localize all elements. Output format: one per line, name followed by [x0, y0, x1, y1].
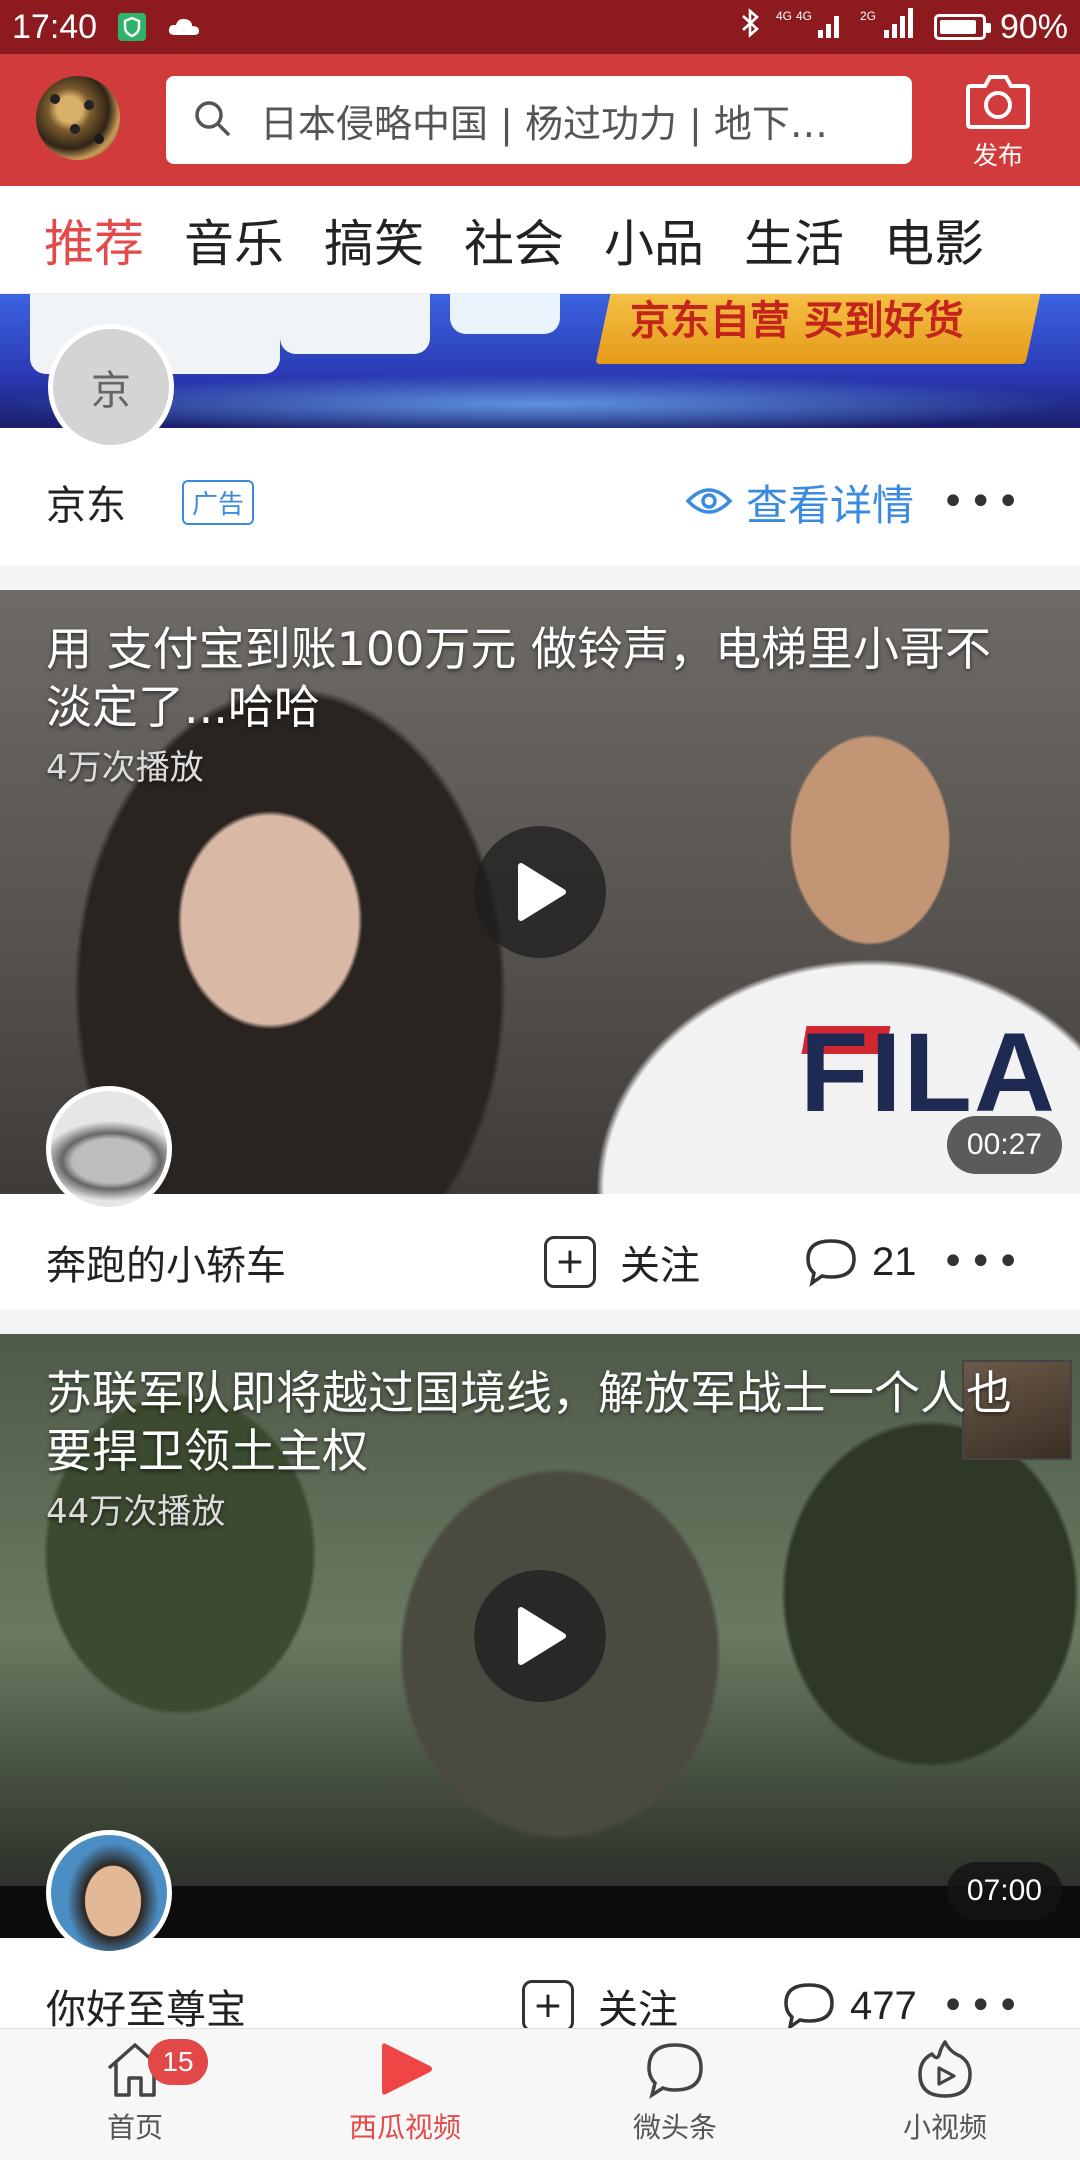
- follow-label: 关注: [598, 1987, 678, 2033]
- nav-label: 微头条: [632, 2111, 717, 2144]
- tab-movie[interactable]: 电影: [884, 204, 984, 276]
- nav-small-video[interactable]: 小视频: [810, 2029, 1080, 2160]
- ad-author-name[interactable]: 京东: [46, 473, 126, 531]
- battery-icon: [933, 14, 991, 40]
- small-video-icon: [918, 2040, 972, 2098]
- view-details-label: 查看详情: [746, 480, 915, 530]
- more-options-icon[interactable]: •••: [941, 479, 1024, 525]
- more-options-icon[interactable]: •••: [941, 1983, 1024, 2029]
- video-play-count: 44万次播放: [46, 1492, 226, 1532]
- ad-author-avatar[interactable]: 京: [48, 324, 174, 450]
- battery-percent: 90%: [999, 7, 1068, 46]
- signal-2g-icon: 2G: [860, 6, 920, 49]
- nav-micro-headline[interactable]: 微头条: [540, 2029, 810, 2160]
- video-author-name[interactable]: 你好至尊宝: [46, 1977, 246, 2035]
- cloud-icon: [167, 15, 201, 39]
- tab-funny[interactable]: 搞笑: [324, 204, 424, 276]
- nav-label: 小视频: [902, 2111, 987, 2144]
- bottom-navigation: 15 首页 西瓜视频 微头条 小视频: [0, 2028, 1080, 2160]
- publish-button[interactable]: 发布: [958, 72, 1038, 172]
- play-icon: [382, 2043, 432, 2095]
- video-play-count: 4万次播放: [46, 748, 204, 788]
- tab-sketch[interactable]: 小品: [604, 204, 704, 276]
- ad-tag: 广告: [182, 479, 255, 525]
- notification-badge: 15: [148, 2039, 208, 2085]
- camera-icon: [965, 75, 1031, 134]
- author-avatar[interactable]: [46, 1830, 172, 1956]
- video-card-thumbnail[interactable]: 苏联军队即将越过国境线，解放军战士一个人也要捍卫领土主权 44万次播放 07:0…: [0, 1334, 1080, 1938]
- top-header: 日本侵略中国 | 杨过功力 | 地下… 发布: [0, 54, 1080, 186]
- video-meta-row: 奔跑的小轿车 + 关注 21 •••: [0, 1230, 1080, 1294]
- author-avatar[interactable]: [46, 1086, 172, 1212]
- follow-label: 关注: [620, 1243, 700, 1289]
- publish-label: 发布: [972, 141, 1023, 170]
- ad-meta-row: 京东 广告 查看详情 •••: [0, 470, 1080, 534]
- ad-banner-text: 京东自营 买到好货: [630, 298, 964, 344]
- comment-button[interactable]: 477: [782, 1981, 917, 2031]
- category-tabs: 推荐 音乐 搞笑 社会 小品 生活 电影: [0, 186, 1080, 294]
- nav-xigua-video[interactable]: 西瓜视频: [270, 2029, 540, 2160]
- search-bar[interactable]: 日本侵略中国 | 杨过功力 | 地下…: [166, 76, 912, 164]
- status-bar: 17:40 4G 4G 2G 90%: [0, 0, 1080, 54]
- signal-4g-icon: 4G 4G: [776, 6, 846, 49]
- svg-text:2G: 2G: [860, 9, 876, 23]
- tab-society[interactable]: 社会: [464, 204, 564, 276]
- ad-product-image: [450, 294, 560, 334]
- view-details-link[interactable]: 查看详情: [685, 472, 915, 533]
- tab-music[interactable]: 音乐: [184, 204, 284, 276]
- video-duration: 07:00: [946, 1862, 1062, 1920]
- video-title[interactable]: 苏联军队即将越过国境线，解放军战士一个人也要捍卫领土主权: [46, 1364, 1036, 1480]
- play-button[interactable]: [474, 1570, 606, 1702]
- comment-count: 21: [872, 1239, 917, 1284]
- svg-text:4G: 4G: [796, 9, 812, 23]
- nav-label: 首页: [106, 2111, 163, 2144]
- comment-icon: [806, 1239, 856, 1287]
- nav-label: 西瓜视频: [348, 2111, 461, 2144]
- play-icon: [518, 863, 566, 921]
- tab-life[interactable]: 生活: [744, 204, 844, 276]
- user-avatar[interactable]: [36, 76, 120, 160]
- play-icon: [518, 1607, 566, 1665]
- play-button[interactable]: [474, 826, 606, 958]
- comment-count: 477: [850, 1983, 917, 2028]
- video-title[interactable]: 用 支付宝到账100万元 做铃声，电梯里小哥不淡定了...哈哈: [46, 620, 1036, 736]
- video-card-thumbnail[interactable]: FILA 用 支付宝到账100万元 做铃声，电梯里小哥不淡定了...哈哈 4万次…: [0, 590, 1080, 1194]
- follow-button[interactable]: + 关注: [544, 1233, 700, 1291]
- ad-avatar-text: 京: [91, 368, 131, 414]
- status-time: 17:40: [12, 7, 98, 46]
- bluetooth-icon: [740, 7, 762, 48]
- feed-divider: [0, 566, 1080, 590]
- tab-recommend[interactable]: 推荐: [44, 204, 144, 276]
- plus-icon: +: [522, 1980, 574, 2032]
- more-options-icon[interactable]: •••: [941, 1239, 1024, 1285]
- svg-text:4G: 4G: [776, 9, 792, 23]
- ad-product-image: [280, 294, 430, 354]
- eye-icon: [685, 478, 733, 527]
- video-author-name[interactable]: 奔跑的小轿车: [46, 1233, 286, 1291]
- search-placeholder: 日本侵略中国 | 杨过功力 | 地下…: [260, 101, 828, 146]
- feed-divider: [0, 1310, 1080, 1334]
- chat-bubble-icon: [647, 2043, 703, 2099]
- comment-button[interactable]: 21: [804, 1237, 917, 1287]
- video-duration: 00:27: [946, 1116, 1062, 1174]
- search-icon: [192, 98, 232, 142]
- comment-icon: [784, 1983, 834, 2031]
- shield-app-icon: [117, 12, 147, 42]
- plus-icon: +: [544, 1236, 596, 1288]
- nav-home[interactable]: 15 首页: [0, 2029, 270, 2160]
- follow-button[interactable]: + 关注: [522, 1977, 678, 2035]
